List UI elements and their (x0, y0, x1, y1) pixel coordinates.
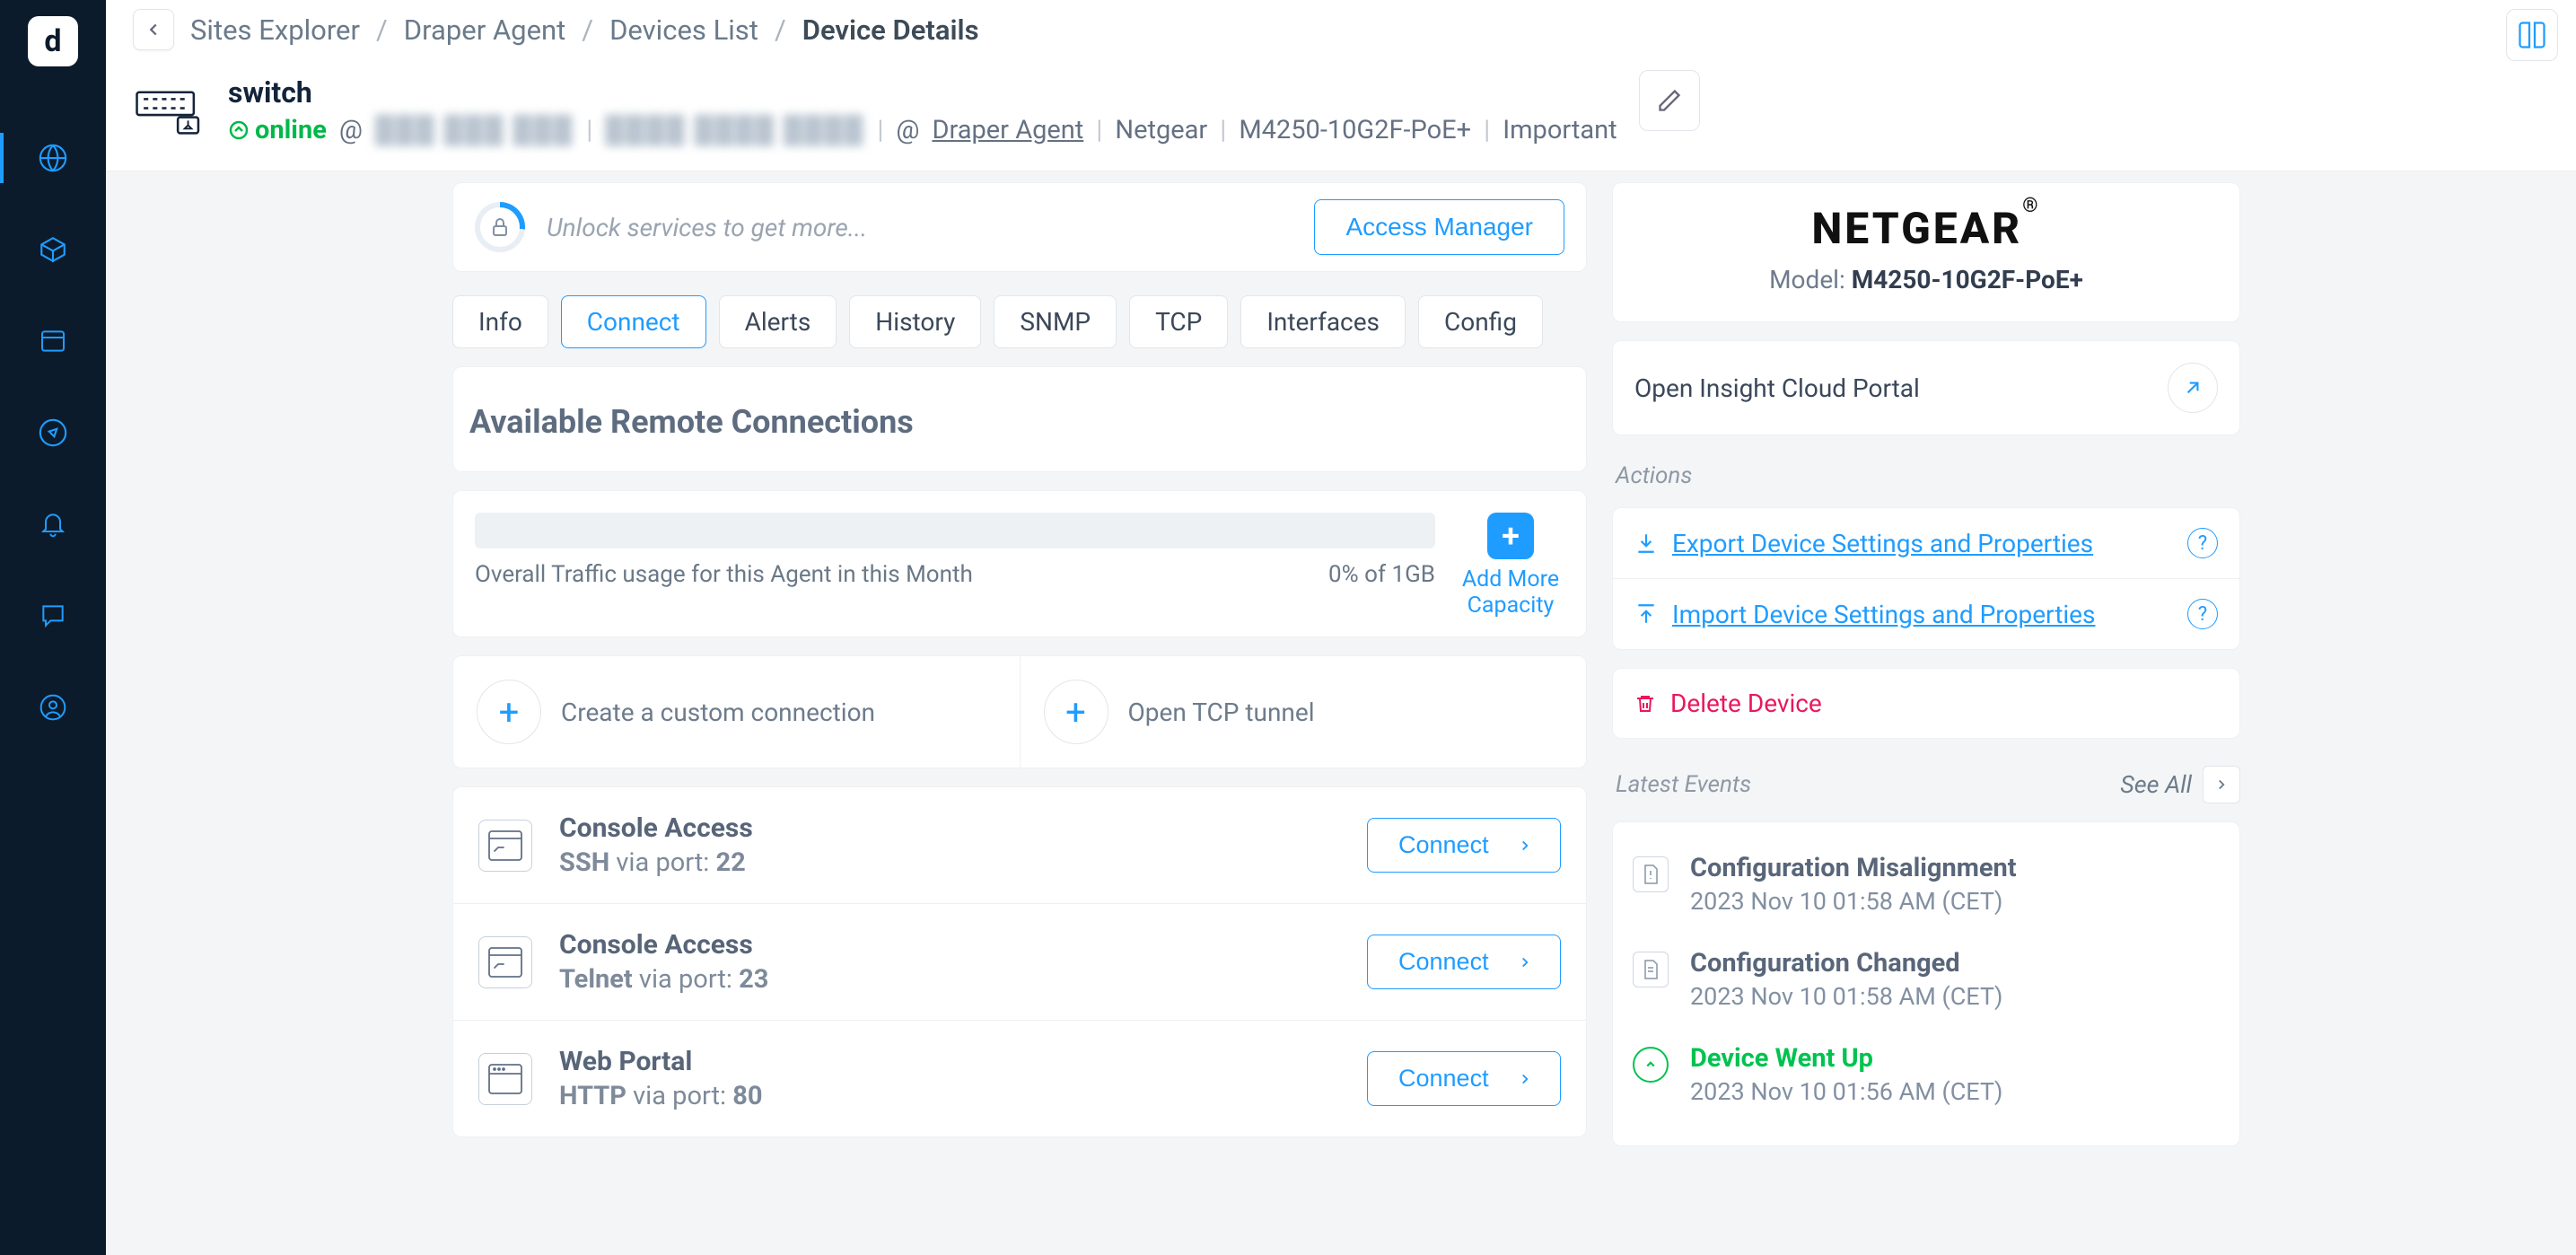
add-capacity-button[interactable]: + Add More Capacity (1457, 513, 1564, 619)
back-button[interactable] (133, 9, 174, 50)
connection-item: Console Access SSH via port: 22 Connect (453, 787, 1586, 903)
access-manager-button[interactable]: Access Manager (1314, 199, 1564, 255)
agent-link[interactable]: Draper Agent (932, 115, 1083, 145)
event-title: Configuration Changed (1690, 948, 2002, 979)
plus-circle-icon: + (1044, 680, 1108, 744)
connection-name: Web Portal (559, 1046, 1340, 1077)
tab-tcp[interactable]: TCP (1129, 295, 1228, 348)
plus-icon: + (1487, 513, 1534, 559)
priority-label: Important (1503, 115, 1617, 145)
tab-snmp[interactable]: SNMP (994, 295, 1117, 348)
edit-device-button[interactable] (1639, 70, 1700, 131)
connections-list: Console Access SSH via port: 22 Connect (452, 786, 1587, 1137)
tab-config[interactable]: Config (1418, 295, 1543, 348)
tab-history[interactable]: History (849, 295, 981, 348)
event-title: Device Went Up (1690, 1043, 2002, 1074)
vendor-label: Netgear (1115, 115, 1207, 145)
redacted-mac: ████ ████ ████ (605, 115, 864, 145)
unlock-text: Unlock services to get more... (547, 213, 1292, 242)
events-list: Configuration Misalignment 2023 Nov 10 0… (1612, 821, 2240, 1146)
device-name: switch (228, 75, 1617, 110)
nav-bell-icon[interactable] (35, 506, 71, 542)
brand-logo: NETGEAR® (1631, 203, 2221, 254)
event-item[interactable]: Configuration Changed 2023 Nov 10 01:58 … (1633, 932, 2220, 1027)
redacted-ip: ███ ███ ███ (375, 115, 574, 145)
terminal-icon (478, 820, 532, 872)
device-type-icon (133, 83, 205, 137)
open-tcp-tunnel[interactable]: + Open TCP tunnel (1021, 656, 1587, 768)
browser-icon (478, 1053, 532, 1105)
actions-list: Export Device Settings and Properties ? … (1612, 507, 2240, 650)
connection-item: Console Access Telnet via port: 23 Conne… (453, 903, 1586, 1020)
help-icon[interactable]: ? (2187, 528, 2218, 558)
brand-card: NETGEAR® Model: M4250-10G2F-PoE+ (1612, 182, 2240, 322)
traffic-label: Overall Traffic usage for this Agent in … (475, 561, 973, 588)
traffic-card: Overall Traffic usage for this Agent in … (452, 490, 1587, 637)
chevron-right-icon (2203, 766, 2240, 803)
model-label: M4250-10G2F-PoE+ (1239, 115, 1471, 145)
actions-heading: Actions (1616, 462, 2240, 489)
nav-chat-icon[interactable] (35, 598, 71, 634)
traffic-bar (475, 513, 1435, 549)
terminal-icon (478, 936, 532, 988)
crumb-agent[interactable]: Draper Agent (404, 13, 565, 47)
tab-connect[interactable]: Connect (561, 295, 706, 348)
connect-button[interactable]: Connect (1367, 1051, 1561, 1106)
tab-info[interactable]: Info (452, 295, 548, 348)
unlock-banner: Unlock services to get more... Access Ma… (452, 182, 1587, 272)
event-item[interactable]: Configuration Misalignment 2023 Nov 10 0… (1633, 837, 2220, 932)
delete-device[interactable]: Delete Device (1613, 669, 2239, 738)
events-heading: Latest Events (1616, 771, 1751, 798)
help-book-button[interactable] (2506, 9, 2558, 61)
create-custom-connection[interactable]: + Create a custom connection (453, 656, 1021, 768)
open-insight-portal[interactable]: Open Insight Cloud Portal (1612, 340, 2240, 435)
event-time: 2023 Nov 10 01:58 AM (CET) (1690, 887, 2017, 916)
connection-name: Console Access (559, 929, 1340, 961)
export-settings[interactable]: Export Device Settings and Properties ? (1613, 508, 2239, 578)
connection-item: Web Portal HTTP via port: 80 Connect (453, 1020, 1586, 1137)
tab-alerts[interactable]: Alerts (719, 295, 837, 348)
event-item[interactable]: Device Went Up 2023 Nov 10 01:56 AM (CET… (1633, 1027, 2220, 1122)
document-icon (1633, 952, 1669, 987)
trash-icon (1634, 693, 1656, 715)
help-icon[interactable]: ? (2187, 599, 2218, 629)
plus-circle-icon: + (477, 680, 541, 744)
create-row: + Create a custom connection + Open TCP … (452, 655, 1587, 768)
lock-progress-icon (475, 202, 525, 252)
status-badge: online (228, 115, 327, 145)
nav-user-icon[interactable] (35, 689, 71, 725)
tab-bar: Info Connect Alerts History SNMP TCP Int… (452, 290, 1587, 348)
delete-card: Delete Device (1612, 668, 2240, 739)
traffic-usage: 0% of 1GB (1328, 561, 1435, 588)
section-title: Available Remote Connections (453, 367, 1586, 471)
connection-name: Console Access (559, 812, 1340, 844)
nav-box-icon[interactable] (35, 232, 71, 268)
external-link-icon (2168, 363, 2218, 413)
crumb-sites[interactable]: Sites Explorer (190, 13, 360, 47)
document-warning-icon (1633, 856, 1669, 892)
nav-sites-icon[interactable] (35, 140, 71, 176)
nav-window-icon[interactable] (35, 323, 71, 359)
status-up-icon (1633, 1047, 1669, 1083)
event-time: 2023 Nov 10 01:58 AM (CET) (1690, 982, 2002, 1011)
breadcrumb: Sites Explorer / Draper Agent / Devices … (133, 9, 2549, 50)
crumb-current: Device Details (802, 13, 979, 47)
connect-button[interactable]: Connect (1367, 818, 1561, 873)
tab-interfaces[interactable]: Interfaces (1240, 295, 1406, 348)
nav-compass-icon[interactable] (35, 415, 71, 451)
see-all-events[interactable]: See All (2120, 766, 2240, 803)
event-time: 2023 Nov 10 01:56 AM (CET) (1690, 1077, 2002, 1106)
app-logo: d (28, 16, 78, 66)
download-icon (1634, 531, 1658, 555)
event-title: Configuration Misalignment (1690, 853, 2017, 883)
import-settings[interactable]: Import Device Settings and Properties ? (1613, 578, 2239, 649)
device-meta: online @ ███ ███ ███ | ████ ████ ████ | … (228, 115, 1617, 145)
connect-button[interactable]: Connect (1367, 935, 1561, 989)
upload-icon (1634, 602, 1658, 626)
crumb-devices[interactable]: Devices List (609, 13, 758, 47)
